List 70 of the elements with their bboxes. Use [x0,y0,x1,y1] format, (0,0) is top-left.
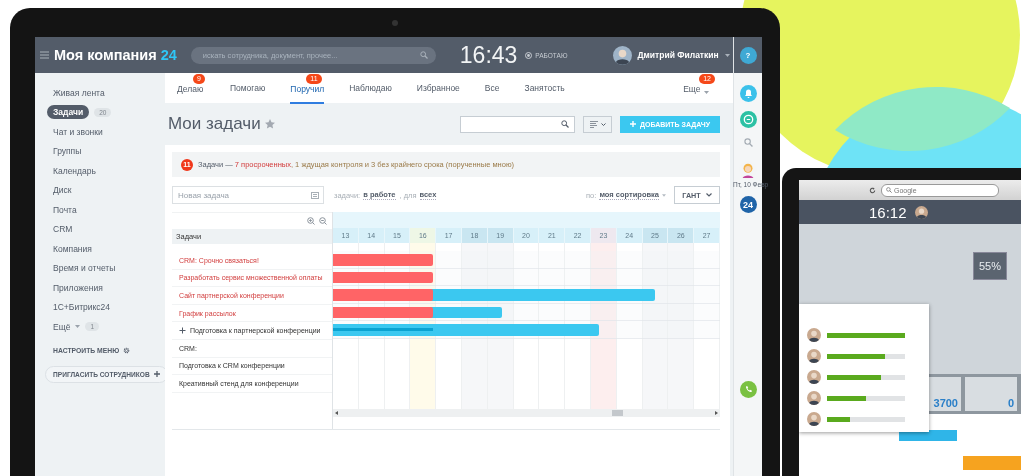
plus-icon [153,371,160,377]
tab[interactable]: Избранное [416,73,460,103]
caret-icon [703,91,709,94]
menu-item[interactable]: Компания [53,241,92,256]
plus-icon [629,121,636,127]
logo-suffix: 24 [160,47,177,63]
caret-icon [724,53,730,57]
search-icon [886,187,892,193]
tab[interactable]: Наблюдаю [349,73,392,103]
zoom-in-icon[interactable] [307,217,315,225]
more-item[interactable]: Ещё [53,319,71,334]
search-icon [561,120,569,128]
person-avatar [807,391,821,405]
reload-icon[interactable] [869,186,876,194]
company-name: Моя компания [54,47,157,63]
phone-icon[interactable] [739,381,757,398]
chevron-icon [705,193,712,197]
menu-item[interactable]: Диск [53,183,72,198]
list-icon [589,120,598,128]
scrollbar-thumb[interactable] [611,410,623,416]
user-name[interactable]: Дмитрий Филаткин [637,50,719,60]
user-avatar [612,45,632,65]
chevron-icon [600,122,606,126]
gauge-tile: 55% [973,252,1007,280]
menu-item[interactable]: Живая лента [53,85,105,100]
caret-icon [75,325,81,329]
left-arrow-icon[interactable] [335,411,338,415]
clock-time: 16:12 [869,203,907,221]
app-logo[interactable]: 24 [739,196,757,213]
zoom-out-icon[interactable] [319,217,327,225]
camera-icon [392,20,398,26]
menu-item[interactable]: Календарь [53,163,96,178]
menu-icon[interactable] [40,51,49,59]
chat-icon[interactable] [739,111,757,128]
menu-item[interactable]: Время и отчеты [53,261,116,276]
menu-item[interactable]: Группы [53,144,82,159]
action-button[interactable] [899,430,957,441]
more-tab[interactable]: Еще [683,84,715,104]
menu-item[interactable]: Чат и звонки [53,124,103,139]
menu-item[interactable]: CRM [53,222,73,237]
search-field[interactable] [460,115,575,133]
search-icon[interactable] [743,138,753,147]
filter-button[interactable] [583,115,612,133]
tab[interactable]: Поручил [290,84,325,104]
menu-item[interactable]: Приложения [53,280,103,295]
menu-item[interactable]: 1С+Битрикс24 [53,300,111,315]
tab[interactable]: Все [484,73,500,103]
list-icon [311,191,319,199]
menu-item[interactable]: Задачи [47,105,90,120]
bell-icon[interactable] [739,85,757,102]
person-avatar [807,370,821,384]
expand-icon[interactable] [179,327,186,335]
stat-tile: 0 [965,377,1017,411]
star-icon[interactable] [264,119,275,129]
caret-icon [662,193,666,197]
tab[interactable]: Делаю [177,84,205,104]
person-avatar [807,412,821,426]
search-icon [419,51,428,59]
person-avatar [807,349,821,363]
person-avatar [807,328,821,342]
gear-icon [123,346,131,354]
tab[interactable]: Помогаю [229,73,266,103]
right-arrow-icon[interactable] [715,411,718,415]
user-avatar [914,205,928,219]
menu-item[interactable]: Почта [53,202,77,217]
clock-time: 16:43 [459,41,518,69]
status-icon [525,51,533,59]
tab[interactable]: Занятость [524,73,565,103]
new-task-field[interactable]: Новая задача [172,186,324,204]
page-title: Мои задачи [168,114,261,134]
